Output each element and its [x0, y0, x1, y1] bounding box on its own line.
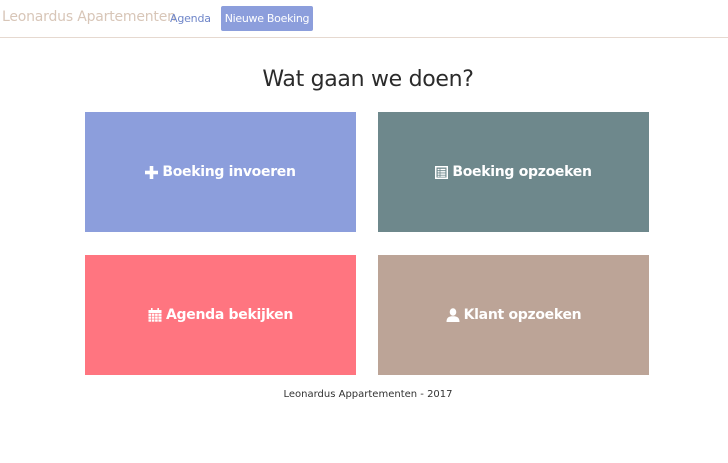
tile-agenda-bekijken[interactable]: Agenda bekijken [85, 255, 356, 375]
tile-label: Klant opzoeken [463, 307, 582, 323]
tile-boeking-opzoeken[interactable]: Boeking opzoeken [378, 112, 649, 232]
brand-link[interactable]: Leonardus Apartementen [2, 9, 176, 25]
navbar: Leonardus Apartementen Agenda Nieuwe Boe… [0, 0, 728, 38]
list-icon [435, 165, 449, 179]
tile-label: Boeking invoeren [162, 164, 296, 180]
plus-icon [145, 165, 159, 179]
footer-text: Leonardus Appartementen - 2017 [283, 389, 453, 400]
tile-label: Agenda bekijken [166, 307, 293, 323]
page-title: Wat gaan we doen? [262, 67, 474, 92]
tile-label: Boeking opzoeken [452, 164, 592, 180]
calendar-icon [148, 308, 162, 322]
nav-link-agenda[interactable]: Agenda [170, 12, 211, 25]
user-icon [446, 308, 460, 322]
tile-boeking-invoeren[interactable]: Boeking invoeren [85, 112, 356, 232]
nav-link-nieuwe-boeking[interactable]: Nieuwe Boeking [221, 6, 313, 31]
tile-klant-opzoeken[interactable]: Klant opzoeken [378, 255, 649, 375]
